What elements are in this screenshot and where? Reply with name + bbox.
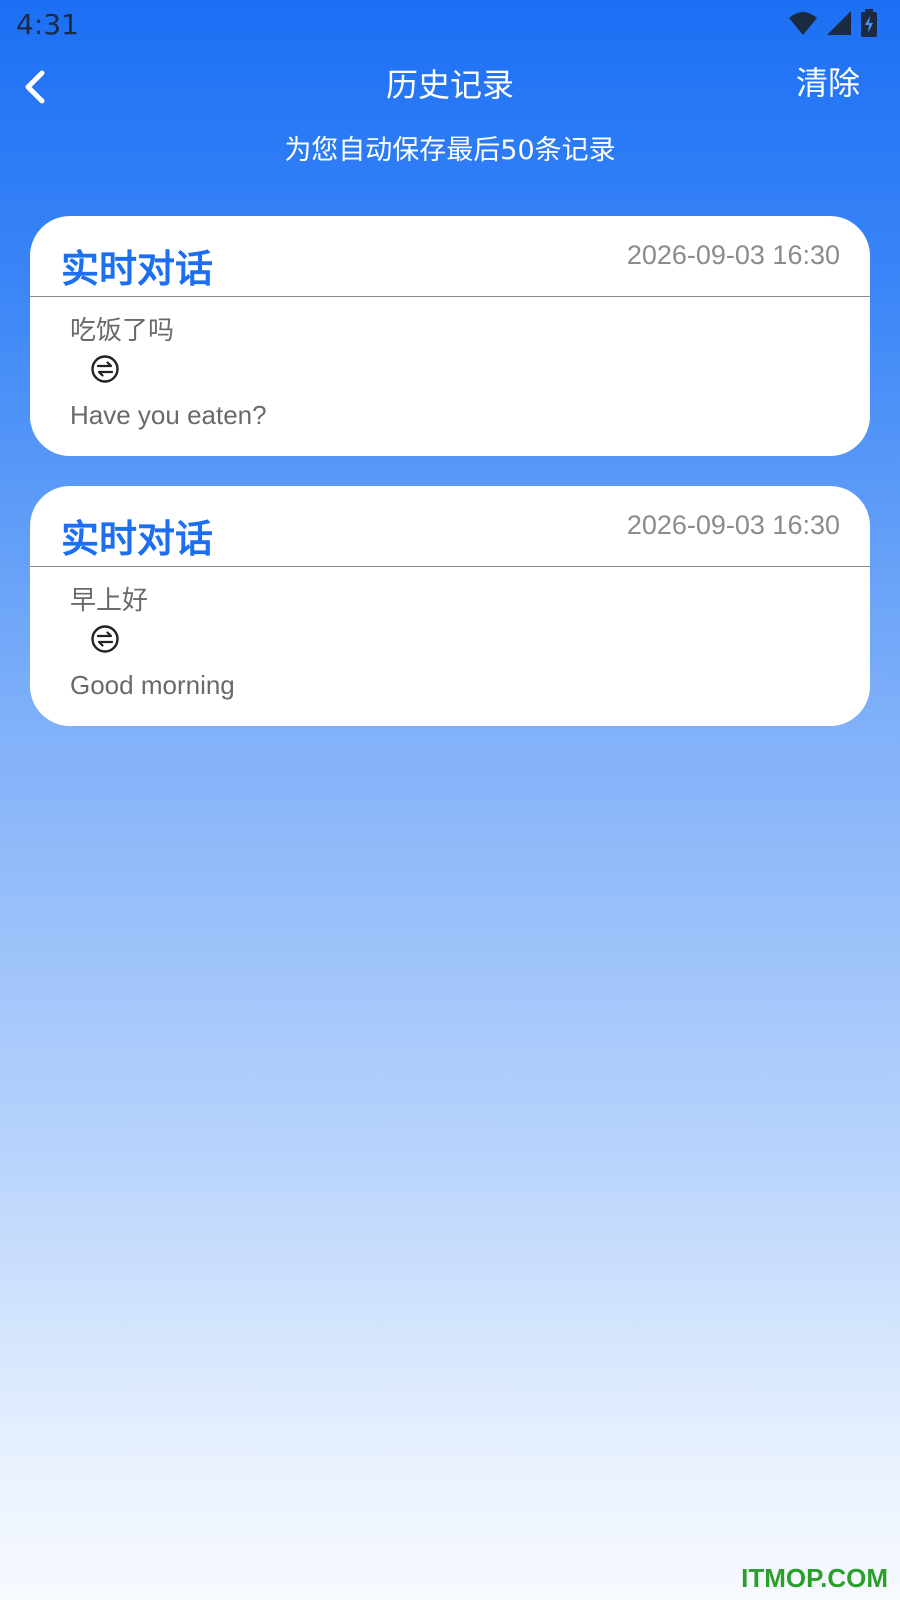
record-type: 实时对话 [61, 517, 214, 561]
watermark: ITMOP.COM [741, 1563, 888, 1593]
page-title: 历史记录 [385, 66, 514, 104]
status-time: 4:31 [16, 8, 79, 41]
wifi-icon [789, 12, 817, 35]
history-card[interactable]: 实时对话 2026-09-03 16:30 吃饭了吗 Have you eate… [30, 216, 870, 456]
translated-text: Have you eaten? [70, 400, 267, 430]
status-icons [788, 8, 878, 38]
record-time: 2026-09-03 16:30 [626, 510, 840, 540]
source-text: 早上好 [70, 586, 149, 616]
translated-text: Good morning [70, 670, 235, 700]
card-header: 实时对话 2026-09-03 16:30 [30, 216, 870, 297]
status-bar: 4:31 [0, 0, 900, 50]
card-header: 实时对话 2026-09-03 16:30 [30, 486, 870, 567]
nav-bar: 历史记录 清除 [0, 50, 900, 120]
record-type: 实时对话 [61, 247, 214, 291]
history-card[interactable]: 实时对话 2026-09-03 16:30 早上好 Good morning [30, 486, 870, 726]
swap-icon[interactable] [90, 354, 120, 384]
source-text: 吃饭了吗 [70, 316, 175, 346]
battery-charging-icon [861, 9, 877, 37]
swap-icon[interactable] [90, 624, 120, 654]
signal-icon [827, 11, 851, 35]
history-subtitle: 为您自动保存最后50条记录 [284, 135, 616, 166]
clear-button[interactable]: 清除 [796, 58, 860, 104]
record-time: 2026-09-03 16:30 [626, 240, 840, 270]
